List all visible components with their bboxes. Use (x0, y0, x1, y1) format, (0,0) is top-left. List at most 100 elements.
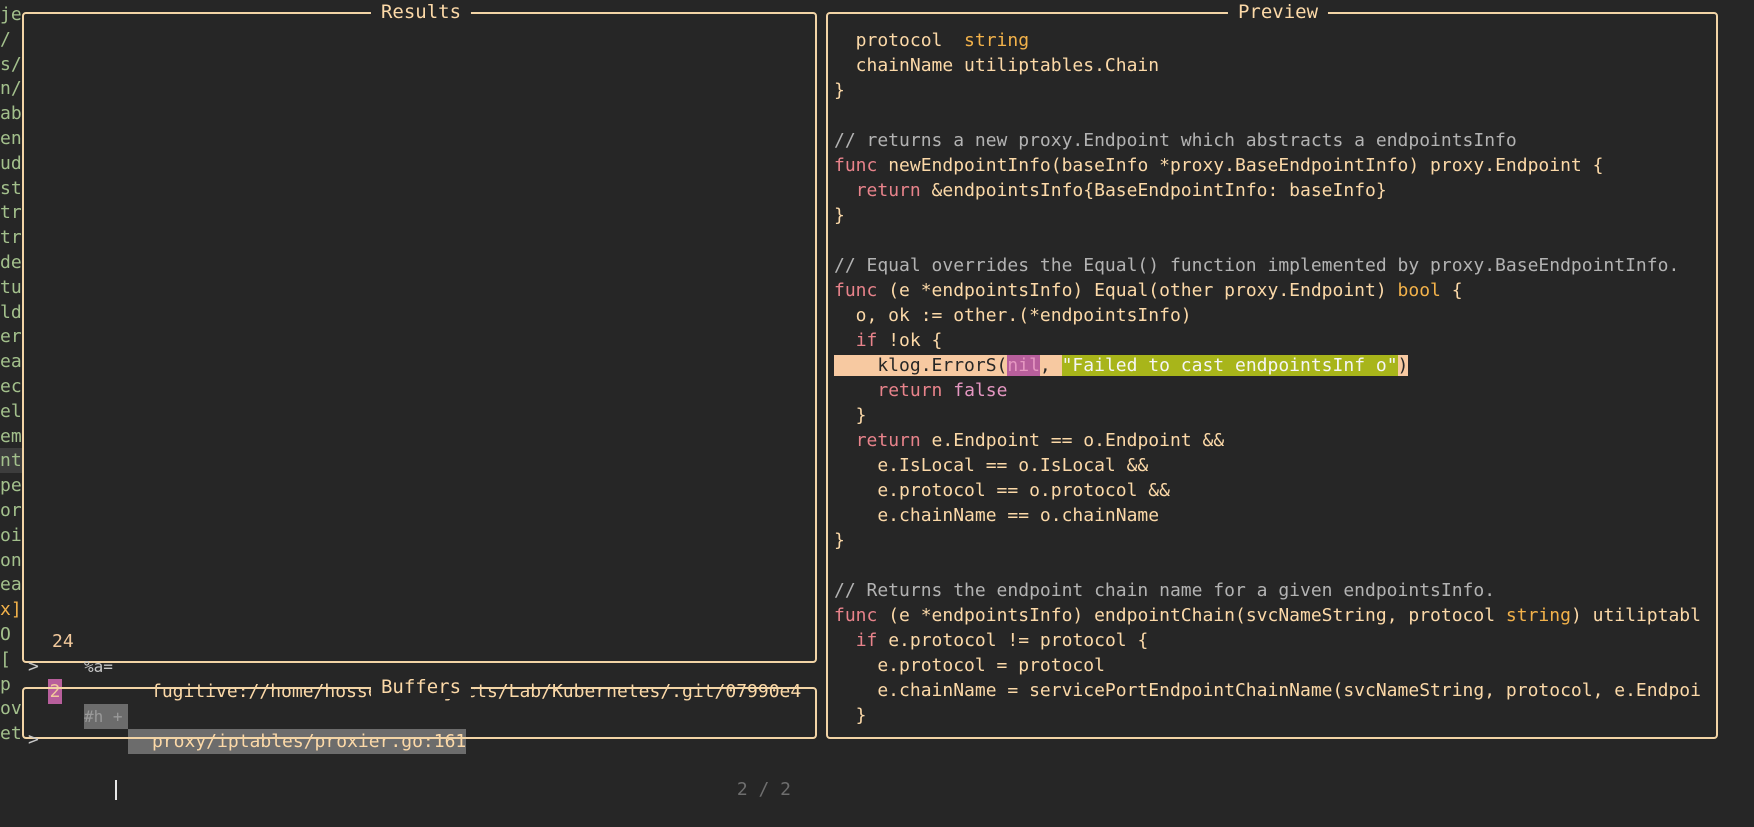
code-token: klog.ErrorS( (834, 355, 1008, 376)
gutter-line: oi (0, 524, 22, 546)
code-token: e.chainName = servicePortEndpointChainNa… (834, 680, 1701, 701)
gutter-line: tr (0, 227, 22, 249)
code-line: func newEndpointInfo(baseInfo *proxy.Bas… (834, 153, 1712, 178)
results-panel: Results 24 %a= fugitive://home/hossein/P… (22, 0, 817, 754)
code-token: e.protocol == o.protocol && (834, 480, 1170, 501)
code-token: } (834, 530, 845, 551)
gutter-line: ea (0, 351, 22, 373)
gutter-line: / (0, 28, 11, 50)
preview-panel: Preview protocol string chainName utilip… (826, 0, 1718, 739)
code-line: } (834, 528, 1712, 553)
code-line: o, ok := other.(*endpointsInfo) (834, 303, 1712, 328)
gutter-line: x] (0, 599, 22, 621)
code-line: e.IsLocal == o.IsLocal && (834, 453, 1712, 478)
results-title: Results (370, 0, 472, 24)
gutter-line: pe (0, 475, 22, 497)
gutter-line: or (0, 500, 22, 521)
code-line: } (834, 703, 1712, 728)
code-token: ) (1397, 355, 1409, 376)
code-line: } (834, 78, 1712, 103)
code-token: o, ok := other.(*endpointsInfo) (834, 305, 1192, 326)
gutter-line: tu (0, 276, 22, 298)
buffers-prompt-row[interactable]: > 2 / 2 (24, 702, 813, 800)
code-line: } (834, 403, 1712, 428)
code-token: if (855, 330, 878, 351)
code-token: (e *endpointsInfo) Equal(other proxy.End… (877, 280, 1398, 301)
gutter-line: ab (0, 103, 22, 125)
code-token: return (855, 180, 921, 201)
gutter-line: on (0, 549, 22, 571)
code-line: if !ok { (834, 328, 1712, 353)
gutter-line: O (0, 624, 11, 645)
code-token: (e *endpointsInfo) endpointChain(svcName… (877, 605, 1506, 626)
code-token: } (834, 205, 845, 226)
gutter-line: el (0, 400, 22, 422)
code-token: !ok { (877, 330, 943, 351)
code-token: func (834, 280, 878, 301)
gutter-line: ec (0, 376, 22, 397)
code-line: e.protocol == o.protocol && (834, 478, 1712, 503)
code-token: return (855, 430, 921, 451)
code-token: return (877, 380, 943, 401)
code-line: func (e *endpointsInfo) endpointChain(sv… (834, 603, 1712, 628)
gutter-line: nt (0, 448, 22, 474)
code-token: func (834, 605, 878, 626)
code-token: string (1505, 605, 1571, 626)
code-token: e.protocol != protocol { (877, 630, 1149, 651)
buffer-search-input[interactable] (50, 752, 650, 827)
code-token: "Failed to cast endpointsInf o" (1061, 355, 1398, 376)
code-token: bool (1397, 280, 1441, 301)
code-line: return e.Endpoint == o.Endpoint && (834, 428, 1712, 453)
code-token: chainName utiliptables.Chain (834, 55, 1160, 76)
code-line: func (e *endpointsInfo) Equal(other prox… (834, 278, 1712, 303)
gutter-line: st (0, 177, 22, 199)
gutter-line: tr (0, 202, 22, 224)
gutter-line: ld (0, 301, 22, 323)
code-token: if (855, 630, 878, 651)
result-item-selected[interactable]: > 2 #h + proxy/iptables/proxier.go:161 (24, 629, 813, 754)
code-token: e.protocol = protocol (834, 655, 1105, 676)
code-line: } (834, 203, 1712, 228)
code-token: string (964, 30, 1030, 51)
code-line: klog.ErrorS(nil, "Failed to cast endpoin… (834, 353, 1712, 378)
gutter-line: ud (0, 152, 22, 174)
gutter-line: ea (0, 574, 22, 596)
gutter-line: ov (0, 698, 22, 720)
result-item-flags: %a= (84, 657, 113, 676)
code-token: // returns a new proxy.Endpoint which ab… (834, 130, 1517, 151)
gutter-line: s/ (0, 53, 22, 75)
code-line: e.chainName == o.chainName (834, 503, 1712, 528)
editor-gutter: je / s/n/ab en ud st tr tr de tu ld er ea ec el em nt pe o… (0, 0, 22, 753)
prompt-icon: > (28, 729, 39, 750)
gutter-line: et (0, 723, 22, 745)
buffers-title: Buffers (370, 675, 472, 699)
code-line: e.chainName = servicePortEndpointChainNa… (834, 678, 1712, 703)
code-line: // Returns the endpoint chain name for a… (834, 578, 1712, 603)
selection-pointer-icon: > (28, 656, 39, 677)
gutter-line: n/ (0, 78, 22, 100)
code-token: e.Endpoint == o.Endpoint && (920, 430, 1225, 451)
code-token: // Returns the endpoint chain name for a… (834, 580, 1496, 601)
code-token: , (1039, 355, 1062, 376)
gutter-line: en (0, 128, 22, 149)
code-token: func (834, 155, 878, 176)
code-line: if e.protocol != protocol { (834, 628, 1712, 653)
code-line: return &endpointsInfo{BaseEndpointInfo: … (834, 178, 1712, 203)
result-item[interactable]: 24 %a= fugitive://home/hossein/Projects/… (24, 604, 813, 702)
code-token: } (834, 405, 867, 426)
code-token: e.chainName == o.chainName (834, 505, 1160, 526)
gutter-line: p (0, 673, 11, 695)
code-line: chainName utiliptables.Chain (834, 53, 1712, 78)
preview-code: protocol string chainName utiliptables.C… (834, 28, 1712, 728)
code-line: // Equal overrides the Equal() function … (834, 253, 1712, 278)
gutter-line: er (0, 326, 22, 348)
code-token: { (1440, 280, 1463, 301)
